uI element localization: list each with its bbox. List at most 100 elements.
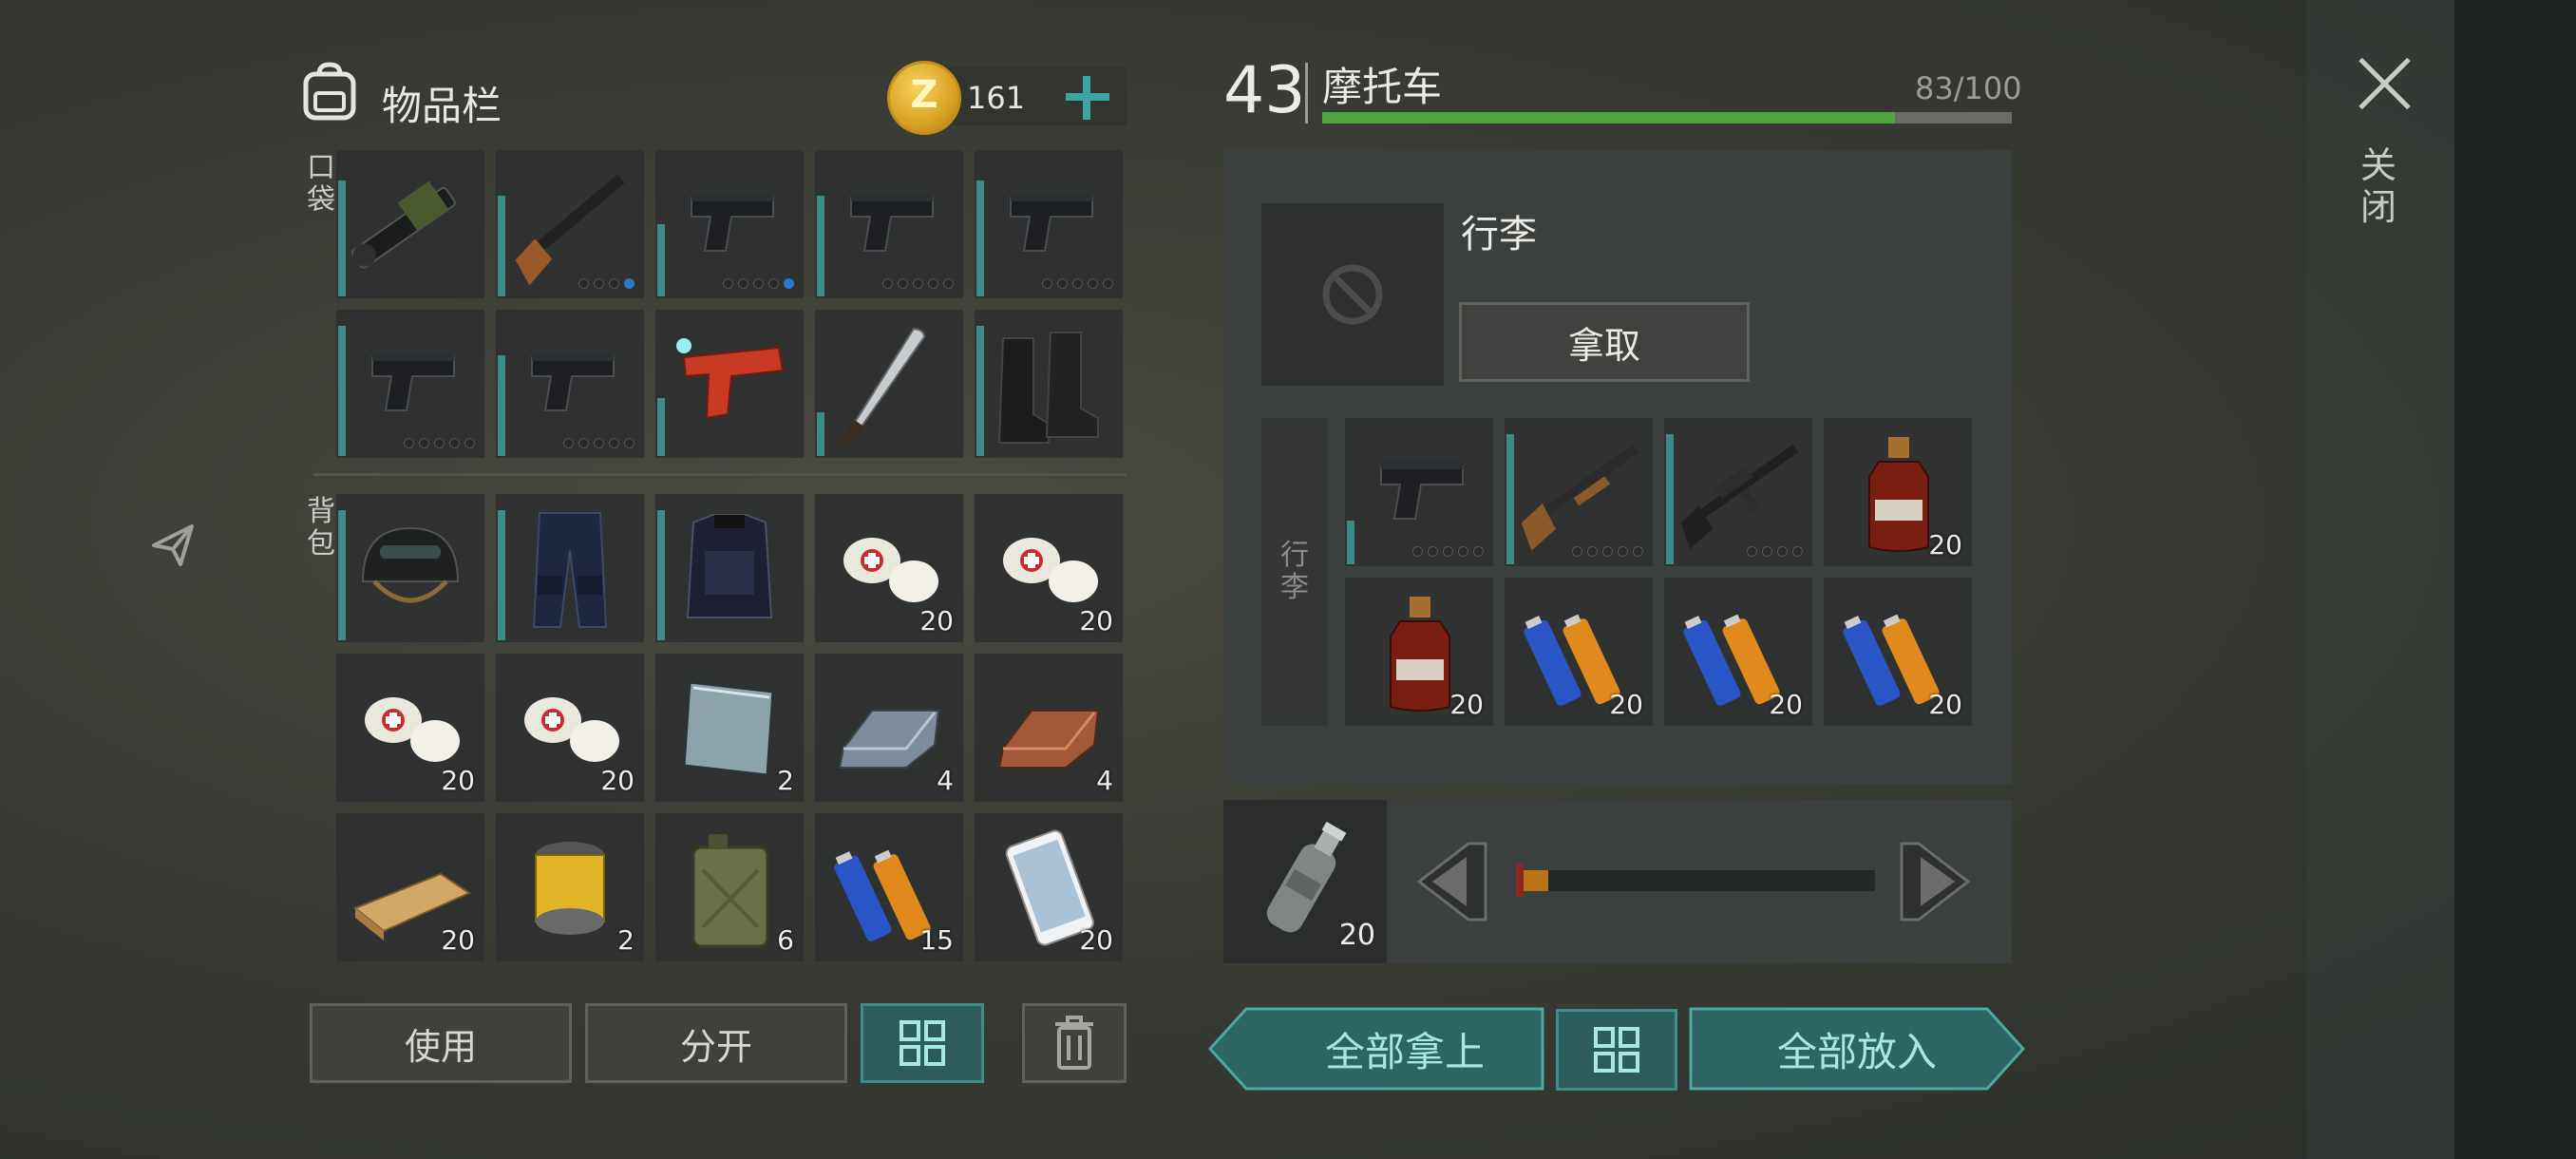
vehicle-slot[interactable]: 20	[1505, 578, 1653, 726]
section-divider	[313, 473, 1127, 476]
backpack-slot[interactable]	[336, 494, 484, 642]
item-quantity: 2	[777, 765, 794, 796]
item-quantity: 20	[1079, 924, 1113, 956]
use-button[interactable]: 使用	[310, 1003, 572, 1083]
vehicle-slot[interactable]	[1505, 418, 1653, 566]
durability-bar	[338, 326, 346, 456]
item-quantity: 15	[919, 924, 954, 956]
item-quantity: 20	[1609, 689, 1643, 720]
pistol-icon	[1380, 462, 1464, 520]
durability-bar	[338, 180, 346, 296]
vehicle-slot[interactable]: 20	[1824, 578, 1972, 726]
pocket-slot[interactable]	[815, 150, 963, 298]
durability-bar	[657, 510, 665, 640]
decrease-arrow[interactable]	[1413, 840, 1489, 923]
backpack-slot[interactable]: 20	[336, 654, 484, 802]
backpack-label: 背包	[307, 495, 335, 560]
vehicle-slot[interactable]	[1664, 418, 1812, 566]
pocket-slot[interactable]	[655, 150, 804, 298]
backpack-slot[interactable]	[655, 494, 804, 642]
send-icon	[152, 524, 194, 566]
add-coins-button[interactable]	[1064, 74, 1111, 122]
flare-gun-icon	[676, 338, 785, 420]
attachment-dots	[1412, 546, 1484, 557]
pocket-slot[interactable]	[655, 310, 804, 458]
pocket-slot[interactable]	[496, 150, 644, 298]
item-quantity: 20	[441, 765, 475, 796]
backpack-slot[interactable]	[496, 494, 644, 642]
armored-pants-icon	[532, 512, 608, 628]
close-icon[interactable]	[2354, 53, 2415, 114]
increase-arrow[interactable]	[1898, 840, 1974, 923]
backpack-slot[interactable]: 15	[815, 813, 963, 961]
coin-count: 161	[967, 80, 1026, 116]
durability-bar	[498, 355, 505, 456]
boots-icon	[997, 332, 1099, 444]
durability-bar	[817, 412, 824, 456]
quantity-slider[interactable]	[1516, 864, 1875, 897]
backpack-slot[interactable]: 20	[815, 494, 963, 642]
coin-icon: Z	[887, 61, 961, 135]
pocket-slot[interactable]	[815, 310, 963, 458]
slider-handle[interactable]	[1516, 864, 1525, 897]
backpack-slot[interactable]: 20	[336, 813, 484, 961]
attachment-dots	[882, 278, 954, 289]
vehicle-slot[interactable]	[1345, 418, 1493, 566]
close-label[interactable]: 关闭	[2359, 144, 2397, 228]
item-quantity: 20	[1769, 689, 1803, 720]
empty-slot	[1261, 203, 1444, 386]
vehicle-slot[interactable]: 20	[1664, 578, 1812, 726]
backpack-icon	[303, 62, 356, 121]
grenade-launcher-icon	[350, 180, 456, 269]
capacity-bar	[1322, 112, 2012, 124]
take-button[interactable]: 拿取	[1459, 302, 1750, 382]
take-all-button[interactable]: 全部拿上	[1208, 1007, 1544, 1091]
pocket-slot[interactable]	[336, 150, 484, 298]
inventory-title: 物品栏	[382, 83, 502, 129]
sort-button[interactable]	[861, 1003, 984, 1083]
split-button[interactable]: 分开	[585, 1003, 847, 1083]
attachment-dots	[723, 278, 794, 289]
vehicle-capacity: 83/100	[1915, 70, 2022, 106]
vehicle-slot[interactable]: 20	[1824, 418, 1972, 566]
attachment-dots	[404, 438, 475, 448]
put-all-button[interactable]: 全部放入	[1689, 1007, 2025, 1091]
attachment-dots	[563, 438, 635, 448]
pistol-icon	[1010, 194, 1093, 252]
backpack-slot[interactable]: 6	[655, 813, 804, 961]
durability-bar	[1506, 434, 1514, 564]
durability-bar	[657, 398, 665, 456]
pocket-slot[interactable]	[496, 310, 644, 458]
pistol-icon	[850, 194, 934, 252]
body-armor-icon	[686, 514, 773, 618]
item-quantity: 4	[937, 765, 954, 796]
pistol-icon	[371, 353, 455, 411]
pocket-slot[interactable]	[975, 150, 1123, 298]
backpack-slot[interactable]: 20	[496, 654, 644, 802]
pistol-icon	[691, 194, 774, 252]
share-button[interactable]	[127, 500, 218, 591]
backpack-slot[interactable]: 20	[975, 813, 1123, 961]
backpack-slot[interactable]: 20	[975, 494, 1123, 642]
header-separator	[1305, 63, 1308, 124]
item-quantity: 2	[617, 924, 635, 956]
durability-bar	[498, 510, 505, 640]
backpack-slot[interactable]: 2	[655, 654, 804, 802]
durability-bar	[976, 326, 984, 456]
item-quantity: 20	[600, 765, 635, 796]
trash-icon	[1055, 1016, 1093, 1070]
pocket-slot[interactable]	[336, 310, 484, 458]
durability-bar	[1347, 521, 1354, 564]
luggage-tab[interactable]: 行李	[1261, 418, 1328, 726]
item-quantity: 20	[441, 924, 475, 956]
pocket-slot[interactable]	[975, 310, 1123, 458]
vehicle-slot[interactable]: 20	[1345, 578, 1493, 726]
item-quantity: 20	[1928, 689, 1962, 720]
grid-icon	[900, 1020, 945, 1066]
backpack-slot[interactable]: 2	[496, 813, 644, 961]
backpack-slot[interactable]: 4	[815, 654, 963, 802]
backpack-slot[interactable]: 4	[975, 654, 1123, 802]
sort-vehicle-button[interactable]	[1556, 1009, 1677, 1091]
delete-button[interactable]	[1022, 1003, 1127, 1083]
item-quantity: 20	[919, 605, 954, 636]
